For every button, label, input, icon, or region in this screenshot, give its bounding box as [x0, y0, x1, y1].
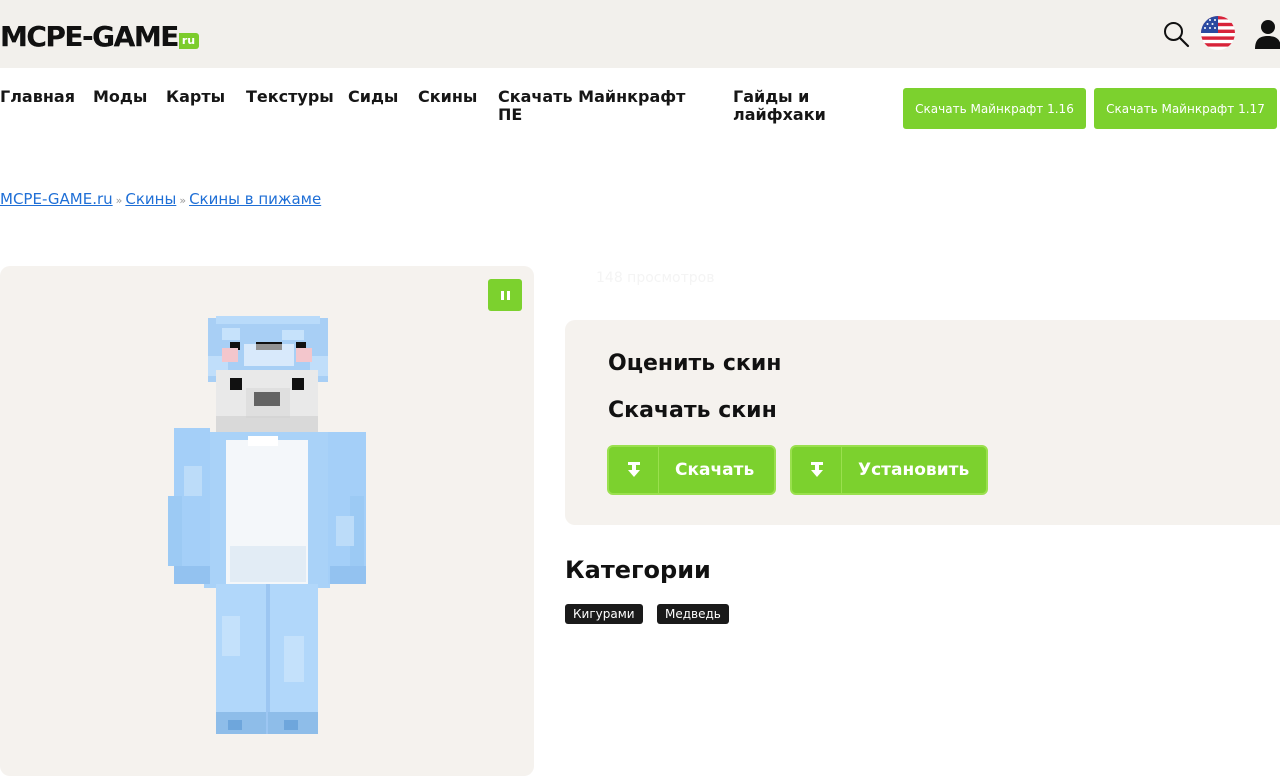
breadcrumb: MCPE-GAME.ru» Скины» Скины в пижаме [0, 190, 321, 208]
category-tag-kigurumi[interactable]: Кигурами [565, 604, 643, 624]
breadcrumb-home-link[interactable]: MCPE-GAME.ru [0, 190, 113, 208]
skin-3d-preview[interactable] [160, 316, 370, 738]
nav-item-home[interactable]: Главная [0, 88, 75, 106]
download-117-button[interactable]: Скачать Майнкрафт 1.17 [1094, 88, 1277, 129]
nav-item-maps[interactable]: Карты [166, 88, 225, 106]
pause-button[interactable] [488, 279, 522, 311]
category-tag-bear[interactable]: Медведь [657, 604, 729, 624]
breadcrumb-separator: » [179, 194, 187, 207]
download-button[interactable]: Скачать [607, 445, 776, 495]
breadcrumb-skins-link[interactable]: Скины [125, 190, 176, 208]
logo-text: MCPE-GAME [0, 20, 179, 53]
rate-skin-title: Оценить скин [608, 351, 782, 376]
install-button-label: Установить [858, 460, 970, 480]
logo-ru-badge: ru [178, 33, 200, 49]
breadcrumb-separator: » [115, 194, 123, 207]
nav-item-skins[interactable]: Скины [418, 88, 477, 106]
download-skin-title: Скачать скин [608, 398, 777, 423]
categories-title: Категории [565, 556, 711, 584]
download-116-button[interactable]: Скачать Майнкрафт 1.16 [903, 88, 1086, 129]
pause-icon [500, 290, 504, 300]
nav-item-seeds[interactable]: Сиды [348, 88, 398, 106]
install-button[interactable]: Установить [790, 445, 988, 495]
download-button-label: Скачать [675, 460, 755, 480]
nav-item-download-pe[interactable]: Скачать Майнкрафт ПЕ [498, 88, 698, 124]
us-flag-icon[interactable] [1201, 16, 1235, 50]
user-icon[interactable] [1254, 18, 1280, 50]
download-arrow-icon [627, 462, 640, 477]
nav-item-guides[interactable]: Гайды и лайфхаки [733, 88, 843, 124]
search-icon[interactable] [1162, 20, 1190, 48]
breadcrumb-pajama-link[interactable]: Скины в пижаме [189, 190, 321, 208]
nav-item-textures[interactable]: Текстуры [246, 88, 334, 106]
nav-item-mods[interactable]: Моды [93, 88, 147, 106]
views-count: 148 просмотров [596, 270, 715, 286]
download-arrow-icon [810, 462, 823, 477]
site-logo[interactable]: MCPE-GAME ru [0, 18, 200, 53]
